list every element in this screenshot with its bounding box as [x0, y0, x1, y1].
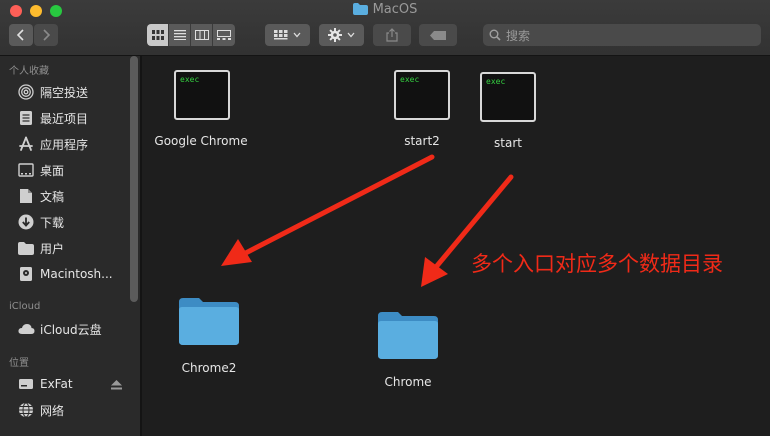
finder-window: MacOS 搜索 个人收藏 隔空投送 最近项目 应用程序 桌面 文稿 下载 用户… [0, 0, 770, 436]
arrowhead-chrome [421, 257, 448, 287]
arrow-to-chrome2 [233, 154, 435, 261]
annotation-arrows [221, 154, 514, 287]
annotation-text: 多个入口对应多个数据目录 [471, 252, 723, 276]
